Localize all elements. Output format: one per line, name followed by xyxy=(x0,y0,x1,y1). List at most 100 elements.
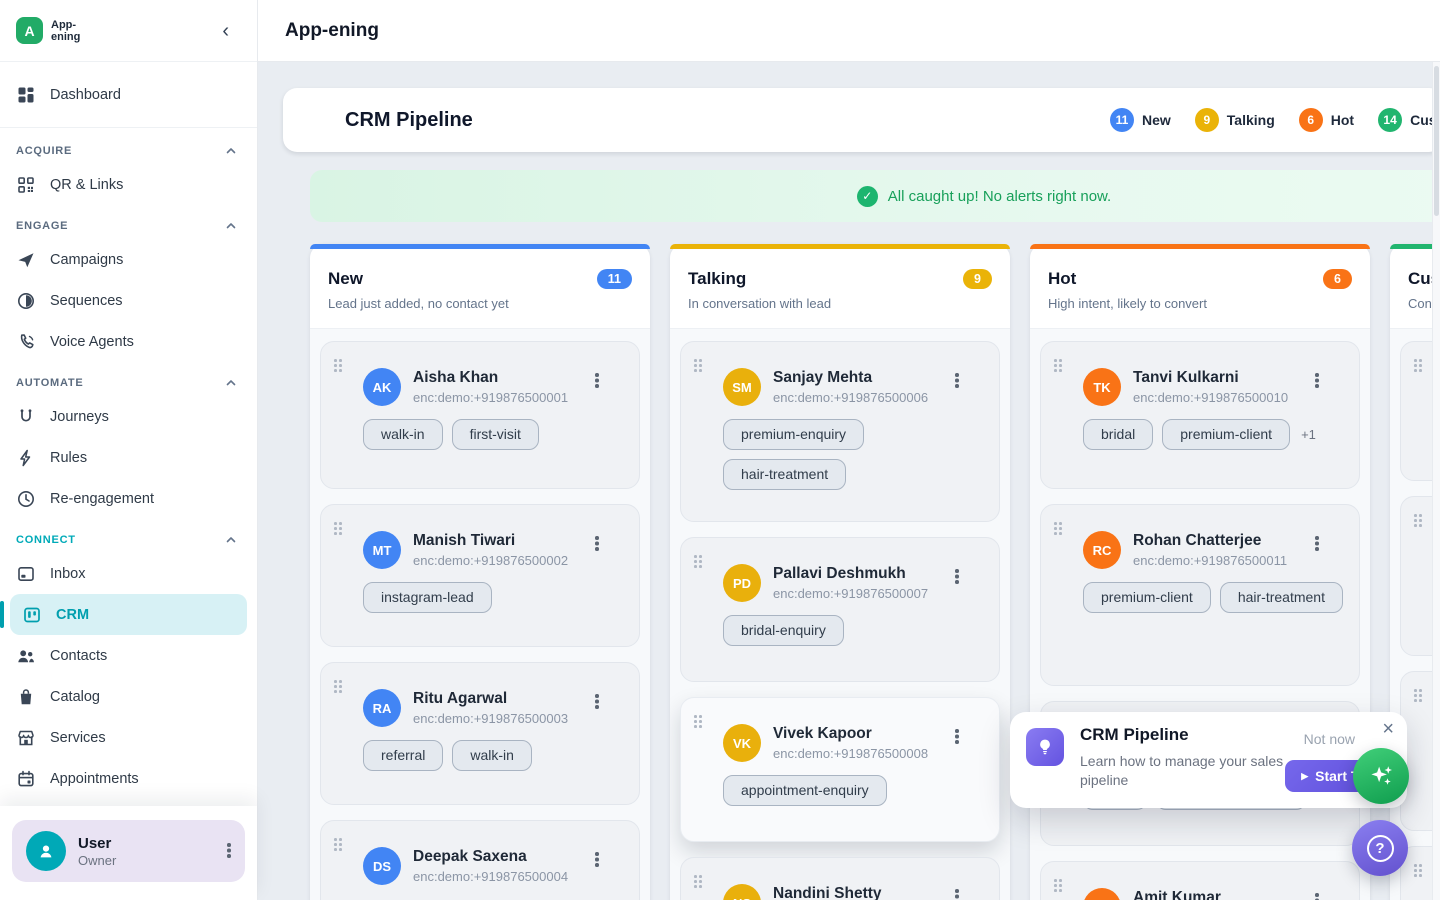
close-icon[interactable]: × xyxy=(1382,718,1394,741)
sidebar-item-campaigns[interactable]: Campaigns xyxy=(0,239,257,280)
lead-phone: enc:demo:+919876500010 xyxy=(1133,390,1288,405)
card-menu-kebab-icon[interactable] xyxy=(955,729,959,745)
sidebar-item-appointments[interactable]: Appointments xyxy=(0,758,257,799)
column-body: TK Tanvi Kulkarni enc:demo:+919876500010… xyxy=(1030,328,1370,900)
sidebar-item-rules[interactable]: Rules xyxy=(0,437,257,478)
card-menu-kebab-icon[interactable] xyxy=(1315,373,1319,389)
column-count-badge: 6 xyxy=(1323,269,1352,289)
card-menu-kebab-icon[interactable] xyxy=(595,536,599,552)
avatar: SM xyxy=(723,368,761,406)
app-logo-letter: A xyxy=(24,23,34,39)
column-header: New 11 Lead just added, no contact yet xyxy=(310,249,650,328)
drag-handle-icon[interactable] xyxy=(694,359,702,372)
section-acquire[interactable]: ACQUIRE xyxy=(0,130,257,164)
inbox-icon xyxy=(16,564,36,584)
card-menu-kebab-icon[interactable] xyxy=(1315,893,1319,900)
lead-name: Ritu Agarwal xyxy=(413,689,568,708)
lead-card[interactable]: RC Rohan Chatterjee enc:demo:+9198765000… xyxy=(1040,504,1360,686)
drag-handle-icon[interactable] xyxy=(1414,359,1422,372)
lead-card[interactable]: SM Sanjay Mehta enc:demo:+919876500006 p… xyxy=(680,341,1000,522)
drag-handle-icon[interactable] xyxy=(334,522,342,535)
scrollbar-track[interactable] xyxy=(1432,62,1440,900)
sidebar-item-crm[interactable]: CRM xyxy=(10,594,247,635)
lead-phone: enc:demo:+919876500011 xyxy=(1133,553,1287,568)
ai-assistant-fab[interactable] xyxy=(1353,748,1409,804)
sidebar-item-label: Campaigns xyxy=(50,252,123,268)
sidebar-item-dashboard[interactable]: Dashboard xyxy=(0,74,257,115)
lead-card[interactable]: VK Vivek Kapoor enc:demo:+919876500008 a… xyxy=(680,697,1000,842)
sidebar-item-qr-links[interactable]: QR & Links xyxy=(0,164,257,205)
sidebar-item-sequences[interactable]: Sequences xyxy=(0,280,257,321)
sidebar-item-services[interactable]: Services xyxy=(0,717,257,758)
sidebar-item-contacts[interactable]: Contacts xyxy=(0,635,257,676)
section-automate[interactable]: AUTOMATE xyxy=(0,362,257,396)
sidebar-item-journeys[interactable]: Journeys xyxy=(0,396,257,437)
user-role: Owner xyxy=(78,853,116,868)
drag-handle-icon[interactable] xyxy=(1414,514,1422,527)
drag-handle-icon[interactable] xyxy=(694,715,702,728)
card-menu-kebab-icon[interactable] xyxy=(955,889,959,900)
extra-tags-count: +1 xyxy=(1301,427,1316,442)
drag-handle-icon[interactable] xyxy=(334,838,342,851)
card-menu-kebab-icon[interactable] xyxy=(955,373,959,389)
sidebar-item-label: Services xyxy=(50,730,106,746)
lead-card[interactable]: RA Ritu Agarwal enc:demo:+919876500003 r… xyxy=(320,662,640,805)
stage-new: 11 New xyxy=(1110,108,1171,132)
onboarding-popup: CRM Pipeline Learn how to manage your sa… xyxy=(1010,712,1407,808)
lead-card[interactable]: MT Manish Tiwari enc:demo:+919876500002 … xyxy=(320,504,640,647)
lead-card[interactable]: PD Pallavi Deshmukh enc:demo:+9198765000… xyxy=(680,537,1000,682)
help-fab[interactable]: ? xyxy=(1352,820,1408,876)
sidebar-logo-row: A App- ening ‹ xyxy=(0,0,257,62)
top-header: App-ening xyxy=(258,0,1440,62)
drag-handle-icon[interactable] xyxy=(1414,864,1422,877)
user-menu-kebab-icon[interactable] xyxy=(227,843,231,859)
person-icon xyxy=(36,841,56,861)
column-count-badge: 9 xyxy=(963,269,992,289)
card-menu-kebab-icon[interactable] xyxy=(595,852,599,868)
lead-card[interactable]: AK Amit Kumar xyxy=(1040,861,1360,900)
lead-name: Amit Kumar xyxy=(1133,888,1221,900)
column-body: SM Sanjay Mehta enc:demo:+919876500006 p… xyxy=(670,328,1010,900)
card-menu-kebab-icon[interactable] xyxy=(595,694,599,710)
drag-handle-icon[interactable] xyxy=(694,875,702,888)
sidebar-item-catalog[interactable]: Catalog xyxy=(0,676,257,717)
drag-handle-icon[interactable] xyxy=(1054,359,1062,372)
sidebar-item-label: Catalog xyxy=(50,689,100,705)
card-menu-kebab-icon[interactable] xyxy=(955,569,959,585)
drag-handle-icon[interactable] xyxy=(1054,879,1062,892)
user-card[interactable]: User Owner xyxy=(12,820,245,882)
lead-card[interactable]: AK Aisha Khan enc:demo:+919876500001 wal… xyxy=(320,341,640,489)
drag-handle-icon[interactable] xyxy=(334,680,342,693)
not-now-button[interactable]: Not now xyxy=(1304,731,1355,747)
drag-handle-icon[interactable] xyxy=(334,359,342,372)
tag: walk-in xyxy=(363,419,443,450)
sidebar-collapse-icon[interactable]: ‹ xyxy=(222,21,229,41)
sparkles-icon xyxy=(1366,761,1396,791)
card-menu-kebab-icon[interactable] xyxy=(595,373,599,389)
lead-phone: enc:demo:+919876500003 xyxy=(413,711,568,726)
section-engage[interactable]: ENGAGE xyxy=(0,205,257,239)
sidebar-item-inbox[interactable]: Inbox xyxy=(0,553,257,594)
drag-handle-icon[interactable] xyxy=(1054,522,1062,535)
sidebar-item-voice-agents[interactable]: Voice Agents xyxy=(0,321,257,362)
stage-talking: 9 Talking xyxy=(1195,108,1275,132)
popup-title: CRM Pipeline xyxy=(1080,725,1189,745)
tag: hair-treatment xyxy=(723,459,846,490)
sidebar-nav: Dashboard ACQUIRE QR & Links ENGAGE Camp… xyxy=(0,62,257,799)
stage-count-badge: 11 xyxy=(1110,108,1134,132)
drag-handle-icon[interactable] xyxy=(1414,689,1422,702)
lead-card[interactable]: NS Nandini Shetty xyxy=(680,857,1000,900)
scrollbar-thumb[interactable] xyxy=(1434,66,1439,216)
avatar: TK xyxy=(1083,368,1121,406)
card-menu-kebab-icon[interactable] xyxy=(1315,536,1319,552)
lead-name: Manish Tiwari xyxy=(413,531,568,550)
lead-card[interactable]: TK Tanvi Kulkarni enc:demo:+919876500010… xyxy=(1040,341,1360,489)
clock-icon xyxy=(16,489,36,509)
section-connect[interactable]: CONNECT xyxy=(0,519,257,553)
sidebar-item-label: QR & Links xyxy=(50,177,123,193)
avatar: RA xyxy=(363,689,401,727)
drag-handle-icon[interactable] xyxy=(694,555,702,568)
lead-name: Aisha Khan xyxy=(413,368,568,387)
lead-card[interactable]: DS Deepak Saxena enc:demo:+919876500004 xyxy=(320,820,640,900)
sidebar-item-re-engagement[interactable]: Re-engagement xyxy=(0,478,257,519)
